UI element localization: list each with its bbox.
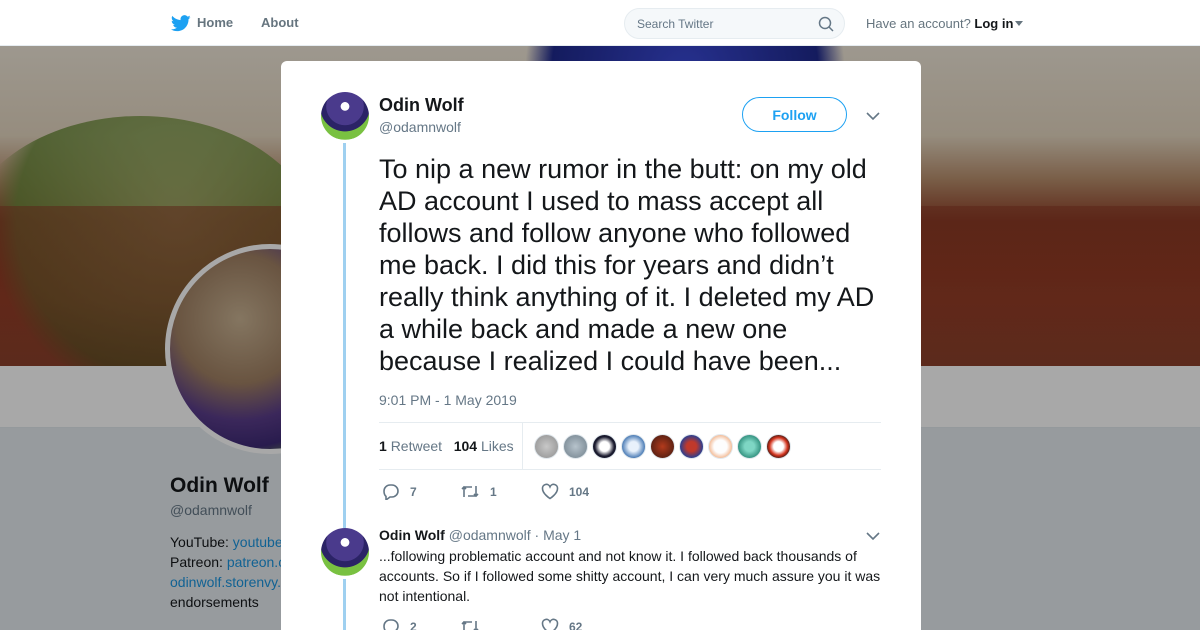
- tweet-actions: 7 1 104: [382, 483, 882, 503]
- like-action[interactable]: 104: [541, 483, 589, 500]
- nav-home[interactable]: Home: [197, 15, 233, 30]
- login-link[interactable]: Log in: [974, 16, 1013, 31]
- like-action[interactable]: 62: [541, 618, 582, 630]
- reply-count: 2: [410, 620, 417, 630]
- thread-line: [343, 143, 346, 528]
- reply-author-name[interactable]: Odin Wolf: [379, 527, 445, 543]
- like-action-count: 104: [569, 485, 590, 499]
- follow-button[interactable]: Follow: [742, 97, 847, 132]
- reply-date[interactable]: · May 1: [535, 527, 582, 543]
- tweet-modal: Odin Wolf @odamnwolf Follow To nip a new…: [281, 61, 921, 630]
- author-handle[interactable]: @odamnwolf: [379, 119, 461, 135]
- nav-about[interactable]: About: [261, 15, 299, 30]
- reply-action[interactable]: 2: [382, 618, 417, 630]
- tweet-text: To nip a new rumor in the butt: on my ol…: [379, 154, 875, 376]
- likers-avatars: [534, 434, 795, 460]
- twitter-bird-icon[interactable]: [171, 15, 191, 32]
- thread-line: [343, 579, 346, 630]
- search-icon[interactable]: [818, 16, 834, 32]
- author-name[interactable]: Odin Wolf: [379, 95, 464, 116]
- reply-icon: [383, 619, 399, 630]
- search-placeholder: Search Twitter: [637, 17, 714, 31]
- retweet-action[interactable]: [460, 618, 490, 630]
- tweet-timestamp[interactable]: 9:01 PM - 1 May 2019: [379, 392, 517, 408]
- reply-author-handle[interactable]: @odamnwolf: [449, 527, 531, 543]
- reply-count: 7: [410, 485, 417, 499]
- chevron-down-icon[interactable]: [866, 532, 880, 541]
- liker-avatar[interactable]: [737, 434, 762, 459]
- like-action-count: 62: [569, 620, 583, 630]
- retweet-action-count: 1: [490, 485, 497, 499]
- like-label[interactable]: Likes: [481, 438, 514, 454]
- heart-icon: [541, 618, 559, 630]
- retweet-icon: [461, 485, 479, 498]
- liker-avatar[interactable]: [621, 434, 646, 459]
- reply-actions: 2 62: [382, 618, 882, 630]
- liker-avatar[interactable]: [650, 434, 675, 459]
- tweet-stats: 1 Retweet 104 Likes: [379, 422, 881, 470]
- liker-avatar[interactable]: [592, 434, 617, 459]
- account-menu[interactable]: Have an account? Log in: [866, 16, 1024, 31]
- account-prompt: Have an account?: [866, 16, 971, 31]
- search-input[interactable]: Search Twitter: [624, 8, 845, 39]
- liker-avatar[interactable]: [766, 434, 791, 459]
- chevron-down-icon: [1015, 21, 1024, 26]
- stats-divider: [522, 423, 523, 469]
- liker-avatar[interactable]: [534, 434, 559, 459]
- retweet-label[interactable]: Retweet: [391, 438, 442, 454]
- chevron-down-icon[interactable]: [866, 112, 880, 121]
- liker-avatar[interactable]: [679, 434, 704, 459]
- reply-action[interactable]: 7: [382, 483, 417, 502]
- reply-icon: [383, 484, 399, 502]
- engagement-counts: 1 Retweet 104 Likes: [379, 438, 514, 454]
- retweet-icon: [461, 620, 479, 630]
- retweet-action[interactable]: 1: [460, 483, 497, 500]
- retweet-count[interactable]: 1: [379, 438, 387, 454]
- reply-header: Odin Wolf @odamnwolf · May 1: [379, 527, 581, 543]
- liker-avatar[interactable]: [563, 434, 588, 459]
- reply-author-avatar[interactable]: [321, 528, 369, 576]
- reply-text: ...following problematic account and not…: [379, 548, 881, 604]
- close-icon[interactable]: [1154, 12, 1178, 36]
- heart-icon: [541, 483, 559, 500]
- liker-avatar[interactable]: [708, 434, 733, 459]
- like-count[interactable]: 104: [454, 438, 477, 454]
- top-navigation: Home About Search Twitter Have an accoun…: [0, 0, 1200, 46]
- author-avatar[interactable]: [321, 92, 369, 140]
